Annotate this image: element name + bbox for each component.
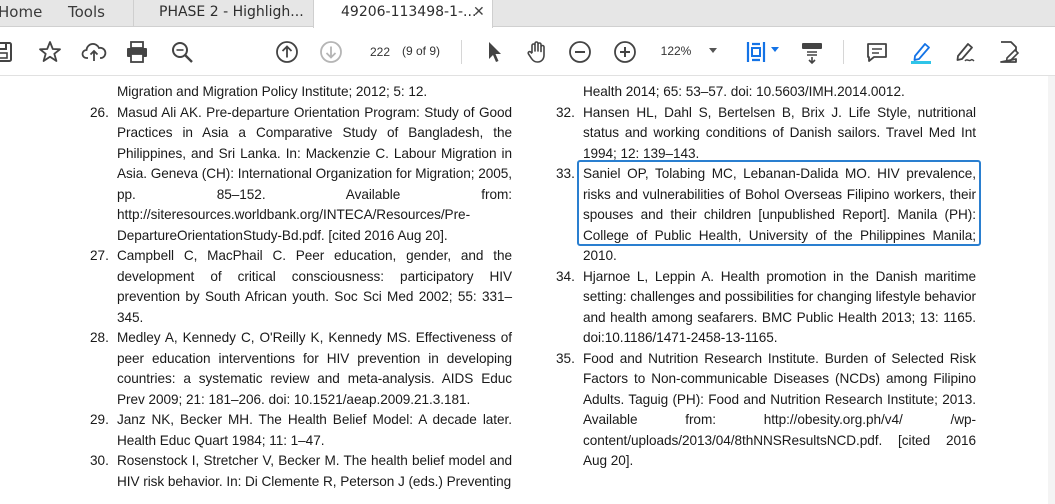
save-icon[interactable] (0, 39, 16, 65)
reference-number: 34. (556, 268, 575, 284)
reference-text: Food and Nutrition Research Institute. B… (583, 350, 976, 469)
reference-item: Health 2014; 65: 53–57. doi: 10.5603/IMH… (546, 82, 976, 103)
reference-number: 35. (556, 350, 575, 366)
reference-number: 30. (90, 453, 109, 468)
references-right-column: Health 2014; 65: 53–57. doi: 10.5603/IMH… (546, 82, 976, 472)
reference-item: 29. Janz NK, Becker MH. The Health Belie… (80, 410, 512, 451)
reference-text: Masud Ali AK. Pre-departure Orientation … (117, 104, 512, 243)
reference-text: Health 2014; 65: 53–57. doi: 10.5603/IMH… (583, 84, 905, 99)
zoom-level[interactable]: 122% (652, 44, 700, 58)
document-tab-label: 49206-113498-1-... (341, 4, 477, 20)
comment-icon[interactable] (864, 39, 890, 65)
vertical-scrollbar[interactable] (1048, 76, 1055, 504)
nav-tools[interactable]: Tools (68, 0, 105, 27)
reference-item: 32. Hansen HL, Dahl S, Bertelsen B, Brix… (546, 103, 976, 165)
reference-item: 26. Masud Ali AK. Pre-departure Orientat… (80, 103, 512, 247)
scroll-mode-icon[interactable] (799, 39, 825, 65)
nav-home[interactable]: Home (0, 0, 42, 27)
chevron-down-icon[interactable] (771, 47, 779, 52)
reference-item-highlighted: 33. Saniel OP, Tolabing MC, Lebanan-Dali… (546, 164, 976, 267)
fill-sign-icon[interactable] (996, 39, 1022, 65)
tab-bar: Home Tools PHASE 2 - Highligh... 49206-1… (0, 0, 1055, 28)
document-tab-label: PHASE 2 - Highligh... (159, 4, 304, 20)
reference-text: Hjarnoe L, Leppin A. Health promotion in… (583, 268, 976, 346)
page-down-icon[interactable] (318, 39, 344, 65)
reference-text: Migration and Migration Policy Institute… (117, 84, 428, 99)
reference-number: 28. (90, 330, 109, 345)
reference-number: 26. (90, 104, 109, 120)
reference-text: Campbell C, MacPhail C. Peer education, … (117, 248, 512, 325)
divider (461, 40, 462, 64)
sign-icon[interactable] (952, 39, 978, 65)
zoom-in-icon[interactable] (612, 39, 638, 65)
reference-item: 27. Campbell C, MacPhail C. Peer educati… (80, 246, 512, 328)
close-tab-icon[interactable]: ✕ (473, 0, 485, 24)
hand-tool-icon[interactable] (524, 39, 550, 65)
print-icon[interactable] (124, 39, 150, 65)
references-left-column: Migration and Migration Policy Institute… (80, 82, 512, 492)
reference-item: 28. Medley A, Kennedy C, O'Reilly K, Ken… (80, 328, 512, 410)
divider (843, 40, 844, 64)
reference-text: Medley A, Kennedy C, O'Reilly K, Kennedy… (117, 330, 512, 407)
fit-page-icon[interactable] (743, 39, 769, 65)
document-view[interactable]: Migration and Migration Policy Institute… (0, 76, 1055, 504)
page-count: (9 of 9) (402, 44, 441, 58)
page-number-input[interactable] (363, 41, 397, 63)
chevron-down-icon[interactable] (709, 48, 717, 53)
reference-item: 35. Food and Nutrition Research Institut… (546, 349, 976, 472)
document-tab-active[interactable]: 49206-113498-1-... ✕ (313, 0, 493, 28)
page-up-icon[interactable] (274, 39, 300, 65)
star-icon[interactable] (37, 39, 63, 65)
document-tab-phase2[interactable]: PHASE 2 - Highligh... (133, 0, 313, 27)
zoom-search-icon[interactable] (169, 39, 195, 65)
reference-text: Janz NK, Becker MH. The Health Belief Mo… (117, 412, 512, 448)
reference-item: 34. Hjarnoe L, Leppin A. Health promotio… (546, 267, 976, 349)
reference-item: Migration and Migration Policy Institute… (80, 82, 512, 103)
select-cursor-icon[interactable] (481, 39, 507, 65)
reference-number: 33. (556, 166, 575, 181)
zoom-out-icon[interactable] (567, 39, 593, 65)
reference-text: Saniel OP, Tolabing MC, Lebanan-Dalida M… (583, 166, 976, 263)
reference-number: 32. (556, 104, 575, 120)
reference-item: 30. Rosenstock I, Stretcher V, Becker M.… (80, 451, 512, 492)
reference-text: Rosenstock I, Stretcher V, Becker M. The… (117, 453, 512, 489)
reference-number: 27. (90, 248, 109, 263)
reference-number: 29. (90, 412, 109, 427)
reference-text: Hansen HL, Dahl S, Bertelsen B, Brix J. … (583, 104, 976, 161)
toolbar: (9 of 9) 122% (0, 28, 1055, 76)
cloud-upload-icon[interactable] (81, 39, 107, 65)
highlight-pen-icon[interactable] (908, 39, 934, 65)
